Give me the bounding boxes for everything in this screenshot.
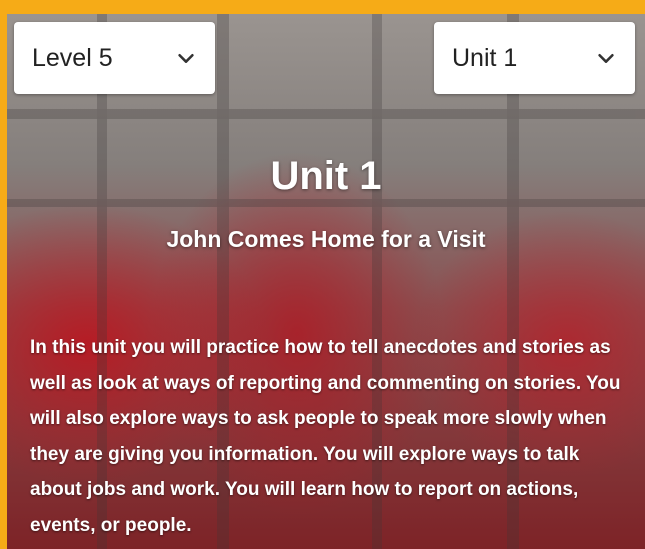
page-frame: Level 5 Unit 1 Unit 1 John Comes Home fo… [0,0,645,549]
chevron-down-icon [598,53,614,63]
unit-dropdown-value: Unit 1 [452,43,518,72]
unit-title: Unit 1 [270,154,382,198]
unit-description: In this unit you will practice how to te… [30,337,621,536]
level-dropdown-value: Level 5 [32,43,113,72]
unit-hero-panel: Level 5 Unit 1 Unit 1 John Comes Home fo… [7,14,645,549]
level-dropdown[interactable]: Level 5 [14,22,215,94]
unit-dropdown[interactable]: Unit 1 [434,22,635,94]
chevron-down-icon [178,53,194,63]
unit-subtitle: John Comes Home for a Visit [166,226,486,252]
